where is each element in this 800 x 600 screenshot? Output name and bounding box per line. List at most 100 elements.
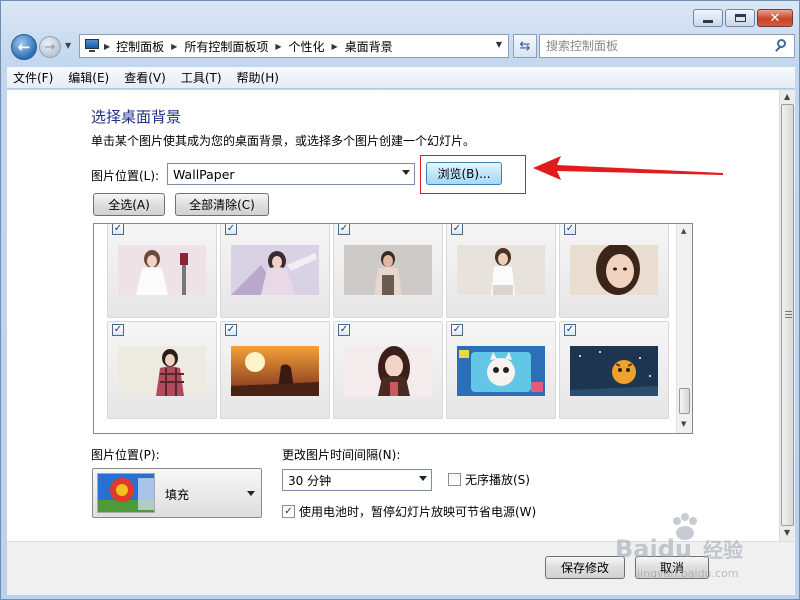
interval-value: 30 分钟 bbox=[288, 473, 332, 488]
wallpaper-thumbnail[interactable]: ✓ bbox=[220, 224, 330, 318]
search-box[interactable] bbox=[539, 34, 795, 58]
maximize-icon bbox=[734, 14, 746, 22]
picture-position-select[interactable]: 填充 bbox=[92, 468, 262, 518]
scroll-up-icon[interactable]: ▲ bbox=[784, 92, 790, 101]
wallpaper-image bbox=[231, 346, 319, 396]
thumbnail-checkbox[interactable]: ✓ bbox=[225, 224, 237, 235]
menu-file[interactable]: 文件(F) bbox=[13, 69, 53, 86]
battery-pause-checkbox[interactable]: ✓ bbox=[282, 505, 295, 518]
wallpaper-thumbnail[interactable]: ✓ bbox=[107, 321, 217, 419]
wallpaper-thumbnail[interactable]: ✓ bbox=[446, 224, 556, 318]
page-scroll-thumb[interactable] bbox=[781, 104, 794, 526]
thumbnail-checkbox[interactable]: ✓ bbox=[564, 324, 576, 336]
dropdown-arrow-icon bbox=[247, 491, 255, 496]
browse-button[interactable]: 浏览(B)... bbox=[426, 162, 502, 185]
scroll-up-icon[interactable]: ▲ bbox=[681, 227, 686, 235]
thumbnail-scroll-thumb[interactable] bbox=[679, 388, 690, 414]
picture-location-value: WallPaper bbox=[173, 166, 235, 182]
thumbnail-checkbox[interactable]: ✓ bbox=[451, 224, 463, 235]
watermark-url: jingyan.baidu.com bbox=[636, 567, 739, 580]
wallpaper-thumbnail[interactable]: ✓ bbox=[220, 321, 330, 419]
search-icon[interactable] bbox=[774, 39, 788, 53]
select-all-button[interactable]: 全选(A) bbox=[93, 193, 165, 216]
fill-preview-image bbox=[97, 473, 155, 513]
recent-pages-dropdown[interactable]: ▼ bbox=[65, 41, 71, 50]
control-panel-window: ✕ ← → ▼ ▶ 控制面板 ▶ 所有控制面板项 ▶ 个性化 ▶ 桌面背景 ▼ … bbox=[0, 0, 800, 600]
baidu-watermark-logo: Baidu 经验 jingyan.baidu.com bbox=[615, 513, 743, 580]
breadcrumb-separator-icon[interactable]: ▶ bbox=[275, 42, 281, 51]
breadcrumb-desktop-background[interactable]: 桌面背景 bbox=[345, 38, 393, 55]
wallpaper-thumbnail[interactable]: ✓ bbox=[559, 321, 669, 419]
breadcrumb-separator-icon[interactable]: ▶ bbox=[171, 42, 177, 51]
clear-all-button[interactable]: 全部清除(C) bbox=[175, 193, 269, 216]
content-area: 选择桌面背景 单击某个图片使其成为您的桌面背景，或选择多个图片创建一个幻灯片。 … bbox=[7, 90, 779, 541]
wallpaper-thumbnail[interactable]: ✓ bbox=[333, 224, 443, 318]
picture-location-select[interactable]: WallPaper bbox=[167, 163, 415, 185]
watermark-suffix: 经验 bbox=[703, 538, 743, 562]
back-button[interactable]: ← bbox=[11, 34, 37, 60]
navigation-bar: ← → ▼ ▶ 控制面板 ▶ 所有控制面板项 ▶ 个性化 ▶ 桌面背景 ▼ ⇆ bbox=[9, 33, 795, 61]
thumbnail-checkbox[interactable]: ✓ bbox=[451, 324, 463, 336]
breadcrumb-all-items[interactable]: 所有控制面板项 bbox=[184, 38, 268, 55]
dropdown-arrow-icon bbox=[419, 476, 427, 481]
thumbnail-checkbox[interactable]: ✓ bbox=[338, 324, 350, 336]
picture-position-label: 图片位置(P): bbox=[91, 448, 160, 462]
breadcrumb-personalization[interactable]: 个性化 bbox=[289, 38, 325, 55]
wallpaper-image bbox=[344, 245, 432, 295]
menu-view[interactable]: 查看(V) bbox=[124, 69, 166, 86]
refresh-button[interactable]: ⇆ bbox=[513, 34, 537, 58]
minimize-button[interactable] bbox=[693, 9, 723, 27]
battery-pause-label: 使用电池时，暂停幻灯片放映可节省电源(W) bbox=[299, 505, 537, 519]
address-bar[interactable]: ▶ 控制面板 ▶ 所有控制面板项 ▶ 个性化 ▶ 桌面背景 ▼ bbox=[79, 34, 509, 58]
interval-select[interactable]: 30 分钟 bbox=[282, 469, 432, 491]
maximize-button[interactable] bbox=[725, 9, 755, 27]
thumbnail-checkbox[interactable]: ✓ bbox=[112, 324, 124, 336]
close-button[interactable]: ✕ bbox=[757, 9, 793, 27]
menu-edit[interactable]: 编辑(E) bbox=[68, 69, 109, 86]
wallpaper-thumbnail[interactable]: ✓ bbox=[446, 321, 556, 419]
thumbnail-checkbox[interactable]: ✓ bbox=[112, 224, 124, 235]
annotation-arrow-icon bbox=[533, 156, 723, 180]
address-dropdown-icon[interactable]: ▼ bbox=[496, 40, 502, 49]
shuffle-checkbox[interactable] bbox=[448, 473, 461, 486]
wallpaper-thumbnail[interactable]: ✓ bbox=[559, 224, 669, 318]
wallpaper-thumbnail[interactable]: ✓ bbox=[333, 321, 443, 419]
scroll-down-icon[interactable]: ▼ bbox=[681, 420, 686, 428]
minimize-icon bbox=[703, 19, 713, 23]
wallpaper-image bbox=[231, 245, 319, 295]
search-input[interactable] bbox=[546, 39, 766, 53]
menu-help[interactable]: 帮助(H) bbox=[237, 69, 279, 86]
wallpaper-image bbox=[457, 245, 545, 295]
page-scrollbar[interactable]: ▲ ▼ bbox=[779, 90, 795, 541]
thumbnail-checkbox[interactable]: ✓ bbox=[225, 324, 237, 336]
wallpaper-thumbnail[interactable]: ✓ bbox=[107, 224, 217, 318]
breadcrumb-separator-icon[interactable]: ▶ bbox=[332, 42, 338, 51]
breadcrumb: ▶ 控制面板 ▶ 所有控制面板项 ▶ 个性化 ▶ 桌面背景 bbox=[104, 38, 393, 55]
wallpaper-image bbox=[457, 346, 545, 396]
thumbnail-scrollbar[interactable]: ▲ ▼ bbox=[676, 224, 692, 433]
watermark-brand: Baidu bbox=[615, 535, 692, 563]
back-arrow-icon: ← bbox=[17, 38, 31, 56]
close-icon: ✕ bbox=[769, 10, 781, 26]
menu-bar: 文件(F) 编辑(E) 查看(V) 工具(T) 帮助(H) bbox=[7, 67, 795, 89]
page-title: 选择桌面背景 bbox=[91, 108, 182, 126]
thumbnail-checkbox[interactable]: ✓ bbox=[338, 224, 350, 235]
battery-pause-option[interactable]: ✓ 使用电池时，暂停幻灯片放映可节省电源(W) bbox=[282, 503, 536, 520]
forward-button[interactable]: → bbox=[39, 36, 61, 58]
interval-label: 更改图片时间间隔(N): bbox=[282, 448, 401, 462]
wallpaper-image bbox=[570, 346, 658, 396]
scroll-down-icon[interactable]: ▼ bbox=[784, 528, 790, 537]
wallpaper-image bbox=[118, 346, 206, 396]
thumbnail-list[interactable]: ✓ ✓ ✓ ✓ ✓ ✓ ✓ ✓ ✓ ✓ ▲ ▼ bbox=[93, 223, 693, 434]
thumbnail-checkbox[interactable]: ✓ bbox=[564, 224, 576, 235]
thumbnail-grid: ✓ ✓ ✓ ✓ ✓ ✓ ✓ ✓ ✓ ✓ bbox=[107, 224, 669, 419]
page-description: 单击某个图片使其成为您的桌面背景，或选择多个图片创建一个幻灯片。 bbox=[91, 134, 476, 148]
breadcrumb-separator-icon[interactable]: ▶ bbox=[104, 42, 110, 51]
save-changes-button[interactable]: 保存修改 bbox=[545, 556, 625, 579]
wallpaper-image bbox=[570, 245, 658, 295]
picture-location-label: 图片位置(L): bbox=[91, 169, 160, 183]
breadcrumb-control-panel[interactable]: 控制面板 bbox=[116, 38, 164, 55]
shuffle-option[interactable]: 无序播放(S) bbox=[448, 471, 530, 488]
wallpaper-image bbox=[118, 245, 206, 295]
menu-tools[interactable]: 工具(T) bbox=[181, 69, 222, 86]
